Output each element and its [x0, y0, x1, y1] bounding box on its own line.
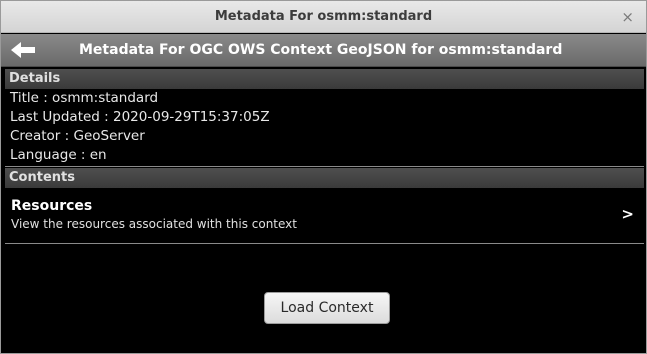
back-button[interactable]	[9, 40, 39, 60]
close-icon[interactable]: ×	[621, 8, 634, 26]
page-header: Metadata For OGC OWS Context GeoJSON for…	[1, 34, 646, 67]
window-titlebar: Metadata For osmm:standard ×	[1, 1, 646, 33]
contents-section-header: Contents	[5, 168, 644, 188]
details-section-header: Details	[5, 69, 644, 89]
resources-subtitle: View the resources associated with this …	[11, 217, 297, 231]
resources-title: Resources	[11, 198, 93, 214]
detail-last-updated: Last Updated : 2020-09-29T15:37:05Z	[10, 109, 270, 125]
divider	[5, 243, 644, 244]
resources-list-item[interactable]: Resources View the resources associated …	[5, 191, 644, 242]
detail-creator: Creator : GeoServer	[10, 128, 145, 144]
detail-title: Title : osmm:standard	[10, 90, 159, 106]
window-title: Metadata For osmm:standard	[214, 9, 433, 24]
divider	[5, 166, 644, 167]
page-title: Metadata For OGC OWS Context GeoJSON for…	[79, 42, 563, 58]
back-arrow-icon	[11, 42, 35, 58]
metadata-window: Metadata For osmm:standard × Metadata Fo…	[0, 0, 647, 354]
load-context-button[interactable]: Load Context	[264, 292, 390, 324]
detail-language: Language : en	[10, 147, 107, 163]
chevron-right-icon: >	[621, 205, 634, 223]
